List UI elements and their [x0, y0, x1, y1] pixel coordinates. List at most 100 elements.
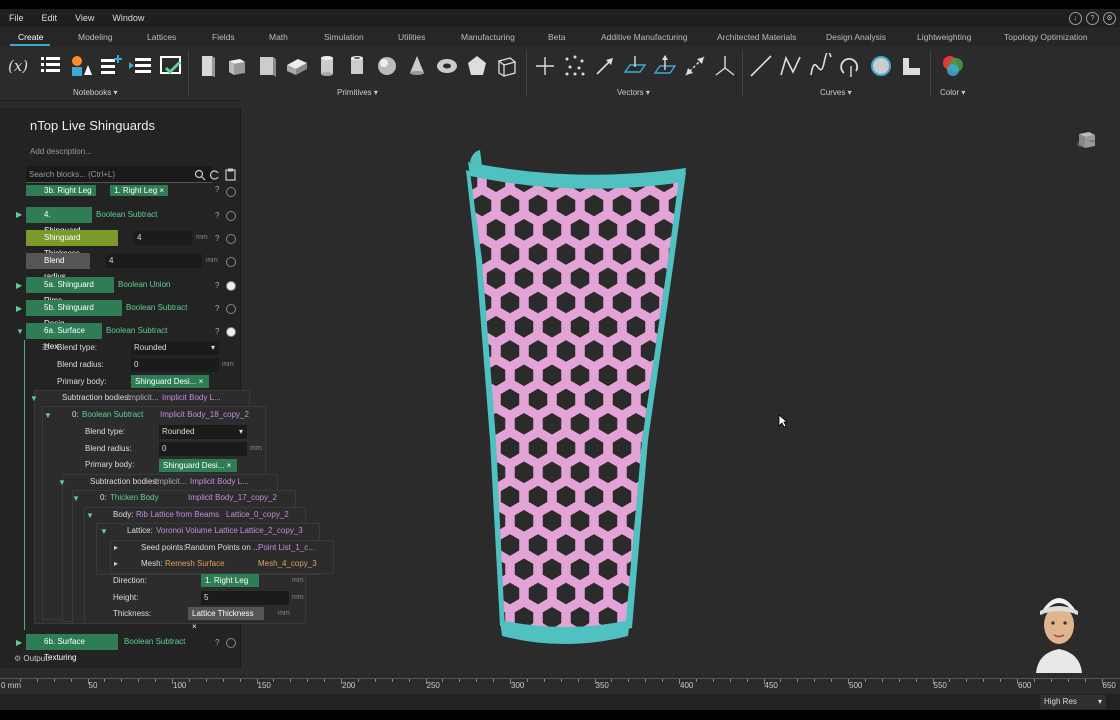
blend-radius-input[interactable]: 0	[159, 442, 247, 456]
tab-create[interactable]: Create	[18, 32, 44, 42]
collapse-arrow-icon[interactable]: ▼	[30, 394, 38, 403]
visibility-icon[interactable]	[226, 327, 236, 337]
sphere-icon[interactable]	[374, 53, 400, 79]
tube-icon[interactable]	[344, 53, 370, 79]
visibility-icon[interactable]	[226, 211, 236, 221]
node-type[interactable]: Boolean Subtract	[82, 407, 143, 423]
block-5a-shinguard-rims[interactable]: 5a. Shinguard Rims	[26, 277, 114, 305]
expand-arrow-icon[interactable]: ▸	[114, 540, 118, 556]
tab-fields[interactable]: Fields	[212, 32, 235, 42]
shinguard-thickness-variable[interactable]: Shinguard Thickness	[26, 230, 118, 258]
help-icon[interactable]: ?	[215, 304, 219, 313]
menu-window[interactable]: Window	[103, 13, 153, 23]
tab-topology-optimization[interactable]: Topology Optimization	[1004, 32, 1088, 42]
block-6b-surface-texturing[interactable]: 6b. Surface Texturing	[26, 634, 118, 662]
shinguard-model[interactable]	[440, 140, 710, 650]
group-primitives[interactable]: Primitives ▾	[337, 88, 378, 97]
help-icon[interactable]: ?	[215, 234, 219, 243]
point-icon[interactable]	[532, 53, 558, 79]
notebook-description[interactable]: Add description...	[30, 147, 92, 156]
insert-list-icon[interactable]	[128, 53, 154, 79]
node-type[interactable]: Thicken Body	[110, 490, 158, 506]
thickness-value-input[interactable]: 4	[134, 231, 192, 245]
visibility-icon[interactable]	[226, 234, 236, 244]
block-6a-surface-hex[interactable]: 6a. Surface Hex	[26, 323, 102, 351]
collapse-arrow-icon[interactable]: ▼	[58, 478, 66, 487]
search-blocks-input[interactable]: Search blocks... (Ctrl+L)	[26, 166, 212, 183]
visibility-icon[interactable]	[226, 638, 236, 648]
help-icon[interactable]: ?	[215, 185, 219, 194]
cylinder-icon[interactable]	[314, 53, 340, 79]
group-vectors[interactable]: Vectors ▾	[617, 88, 650, 97]
plane-icon[interactable]	[622, 53, 648, 79]
mesh-value[interactable]: Remesh Surface	[165, 556, 225, 572]
expand-arrow-icon[interactable]: ▶	[16, 210, 22, 219]
blend-type-dropdown[interactable]: Rounded ▾	[159, 425, 247, 439]
block-4-shinguard[interactable]: 4. Shinguard	[26, 207, 92, 235]
seed-points-value[interactable]: Random Points on ...	[185, 540, 260, 556]
help-icon[interactable]: ?	[215, 211, 219, 220]
tab-architected-materials[interactable]: Architected Materials	[717, 32, 796, 42]
blend-radius-variable[interactable]: Blend radius	[26, 253, 90, 281]
add-list-icon[interactable]	[98, 53, 124, 79]
tab-manufacturing[interactable]: Manufacturing	[461, 32, 515, 42]
blend-radius-input[interactable]: 4	[106, 254, 202, 268]
bounding-box-icon[interactable]	[494, 53, 520, 79]
spline-icon[interactable]	[808, 53, 834, 79]
extrude-curve-icon[interactable]	[898, 53, 924, 79]
arc-icon[interactable]	[838, 53, 864, 79]
polyhedron-icon[interactable]	[464, 53, 490, 79]
search-icon[interactable]	[194, 169, 206, 181]
line-icon[interactable]	[748, 53, 774, 79]
clipboard-icon[interactable]	[225, 168, 236, 181]
right-leg-chip[interactable]: 1. Right Leg ×	[110, 185, 169, 196]
collapse-arrow-icon[interactable]: ▼	[72, 494, 80, 503]
direction-chip[interactable]: 1. Right Leg ×	[201, 574, 259, 598]
cuboid-icon[interactable]	[194, 53, 220, 79]
tab-modeling[interactable]: Modeling	[78, 32, 113, 42]
blend-type-dropdown[interactable]: Rounded ▾	[131, 341, 219, 355]
color-icon[interactable]	[940, 53, 966, 79]
height-input[interactable]: 5	[201, 591, 289, 605]
checklist-icon[interactable]	[158, 53, 184, 79]
gear-icon[interactable]: ⚙	[14, 654, 21, 663]
group-color[interactable]: Color ▾	[940, 88, 965, 97]
primary-body-chip[interactable]: Shinguard Desi... ×	[159, 459, 237, 472]
tab-additive-manufacturing[interactable]: Additive Manufacturing	[601, 32, 687, 42]
notebook-title[interactable]: nTop Live Shinguards	[30, 118, 155, 133]
help-icon[interactable]: ?	[215, 327, 219, 336]
vector-icon[interactable]	[592, 53, 618, 79]
tab-math[interactable]: Math	[269, 32, 288, 42]
menu-view[interactable]: View	[66, 13, 103, 23]
collapse-arrow-icon[interactable]: ▼	[100, 527, 108, 536]
axis-icon[interactable]	[712, 53, 738, 79]
menu-edit[interactable]: Edit	[33, 13, 67, 23]
refresh-icon[interactable]	[210, 169, 220, 181]
expand-arrow-icon[interactable]: ▶	[16, 281, 22, 290]
shapes-color-icon[interactable]	[68, 53, 94, 79]
line-segment-icon[interactable]	[682, 53, 708, 79]
lattice-value[interactable]: Voronoi Volume Lattice	[156, 523, 238, 539]
menu-file[interactable]: File	[0, 13, 33, 23]
expand-arrow-icon[interactable]: ▶	[16, 638, 22, 647]
polyline-icon[interactable]	[778, 53, 804, 79]
circle-curve-icon[interactable]	[868, 53, 894, 79]
group-notebooks[interactable]: Notebooks ▾	[73, 88, 118, 97]
visibility-icon[interactable]	[226, 257, 236, 267]
tab-design-analysis[interactable]: Design Analysis	[826, 32, 886, 42]
tab-beta[interactable]: Beta	[548, 32, 566, 42]
settings-icon[interactable]: ⚙	[1103, 11, 1116, 25]
download-icon[interactable]: ↓	[1069, 11, 1082, 25]
expand-arrow-icon[interactable]: ▶	[16, 304, 22, 313]
collapse-arrow-icon[interactable]: ▼	[16, 327, 24, 336]
point-cloud-icon[interactable]	[562, 53, 588, 79]
prism-icon[interactable]	[254, 53, 280, 79]
thickness-chip[interactable]: Lattice Thickness ×	[188, 607, 264, 631]
primary-body-chip[interactable]: Shinguard Desi... ×	[131, 375, 209, 388]
cone-icon[interactable]	[404, 53, 430, 79]
visibility-icon[interactable]	[226, 304, 236, 314]
expand-arrow-icon[interactable]: ▸	[114, 556, 118, 572]
collapse-arrow-icon[interactable]: ▼	[44, 411, 52, 420]
frame-icon[interactable]	[652, 53, 678, 79]
help-icon[interactable]: ?	[215, 281, 219, 290]
